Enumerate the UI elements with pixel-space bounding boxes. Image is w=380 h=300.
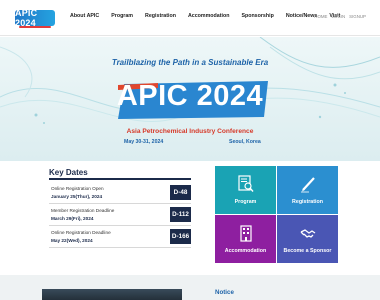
- key-dates-divider: [49, 178, 191, 180]
- page: APIC 2024 About APIC Program Registratio…: [0, 0, 380, 300]
- hero-banner: Trailblazing the Path in a Sustainable E…: [0, 37, 380, 161]
- hero-title: APIC 2024: [116, 80, 264, 112]
- login-link[interactable]: LOGIN: [331, 14, 345, 19]
- key-date-label: Online Registration Deadline: [51, 230, 111, 235]
- pen-icon: [300, 177, 315, 193]
- key-date-row: Member Registration Deadline March 29(Fr…: [49, 204, 191, 226]
- hero-subtitle: Asia Petrochemical Industry Conference: [126, 128, 254, 135]
- dday-badge: D-112: [170, 207, 191, 222]
- tile-label: Accommodation: [224, 248, 267, 254]
- nav-sponsorship[interactable]: Sponsorship: [241, 13, 273, 19]
- key-date-value: March 29(Fri), 2024: [51, 216, 94, 221]
- site-header: APIC 2024 About APIC Program Registratio…: [0, 0, 380, 36]
- event-date: May 30-31, 2024: [124, 139, 164, 145]
- utility-links: HOME LOGIN SIGNUP: [314, 14, 366, 19]
- key-dates-title: Key Dates: [49, 168, 88, 177]
- nav-program[interactable]: Program: [111, 13, 133, 19]
- event-location: Seoul, Korea: [229, 139, 261, 145]
- hero-tagline: Trailblazing the Path in a Sustainable E…: [111, 58, 269, 67]
- nav-accommodation[interactable]: Accommodation: [188, 13, 230, 19]
- accommodation-tile[interactable]: Accommodation: [215, 215, 276, 263]
- tile-label: Program: [234, 199, 257, 205]
- handshake-icon: [300, 229, 315, 238]
- key-date-label: Member Registration Deadline: [51, 208, 115, 213]
- key-date-value: January 25(Thur), 2024: [51, 194, 103, 199]
- program-tile[interactable]: Program: [215, 166, 276, 214]
- nav-registration[interactable]: Registration: [145, 13, 176, 19]
- dday-badge: D-48: [170, 185, 191, 200]
- home-link[interactable]: HOME: [314, 14, 327, 19]
- key-date-row: Online Registration Deadline May 22(Wed)…: [49, 226, 191, 248]
- nav-about[interactable]: About APIC: [70, 13, 99, 19]
- registration-tile[interactable]: Registration: [277, 166, 338, 214]
- dday-badge: D-166: [170, 229, 191, 244]
- key-date-label: Online Registration Open: [51, 186, 104, 191]
- sponsor-tile[interactable]: Become a Sponsor: [277, 215, 338, 263]
- site-logo[interactable]: APIC 2024: [15, 8, 55, 28]
- document-search-icon: [237, 175, 254, 192]
- key-date-row: Online Registration Open January 25(Thur…: [49, 182, 191, 204]
- main-nav: About APIC Program Registration Accommod…: [70, 13, 352, 19]
- signup-link[interactable]: SIGNUP: [349, 14, 366, 19]
- nav-notice-news[interactable]: Notice/News: [286, 13, 318, 19]
- tile-label: Become a Sponsor: [283, 248, 332, 254]
- key-date-value: May 22(Wed), 2024: [51, 238, 93, 243]
- tile-label: Registration: [292, 199, 323, 205]
- building-icon: [239, 225, 252, 242]
- notice-title[interactable]: Notice: [215, 289, 234, 296]
- venue-photo: [42, 289, 182, 300]
